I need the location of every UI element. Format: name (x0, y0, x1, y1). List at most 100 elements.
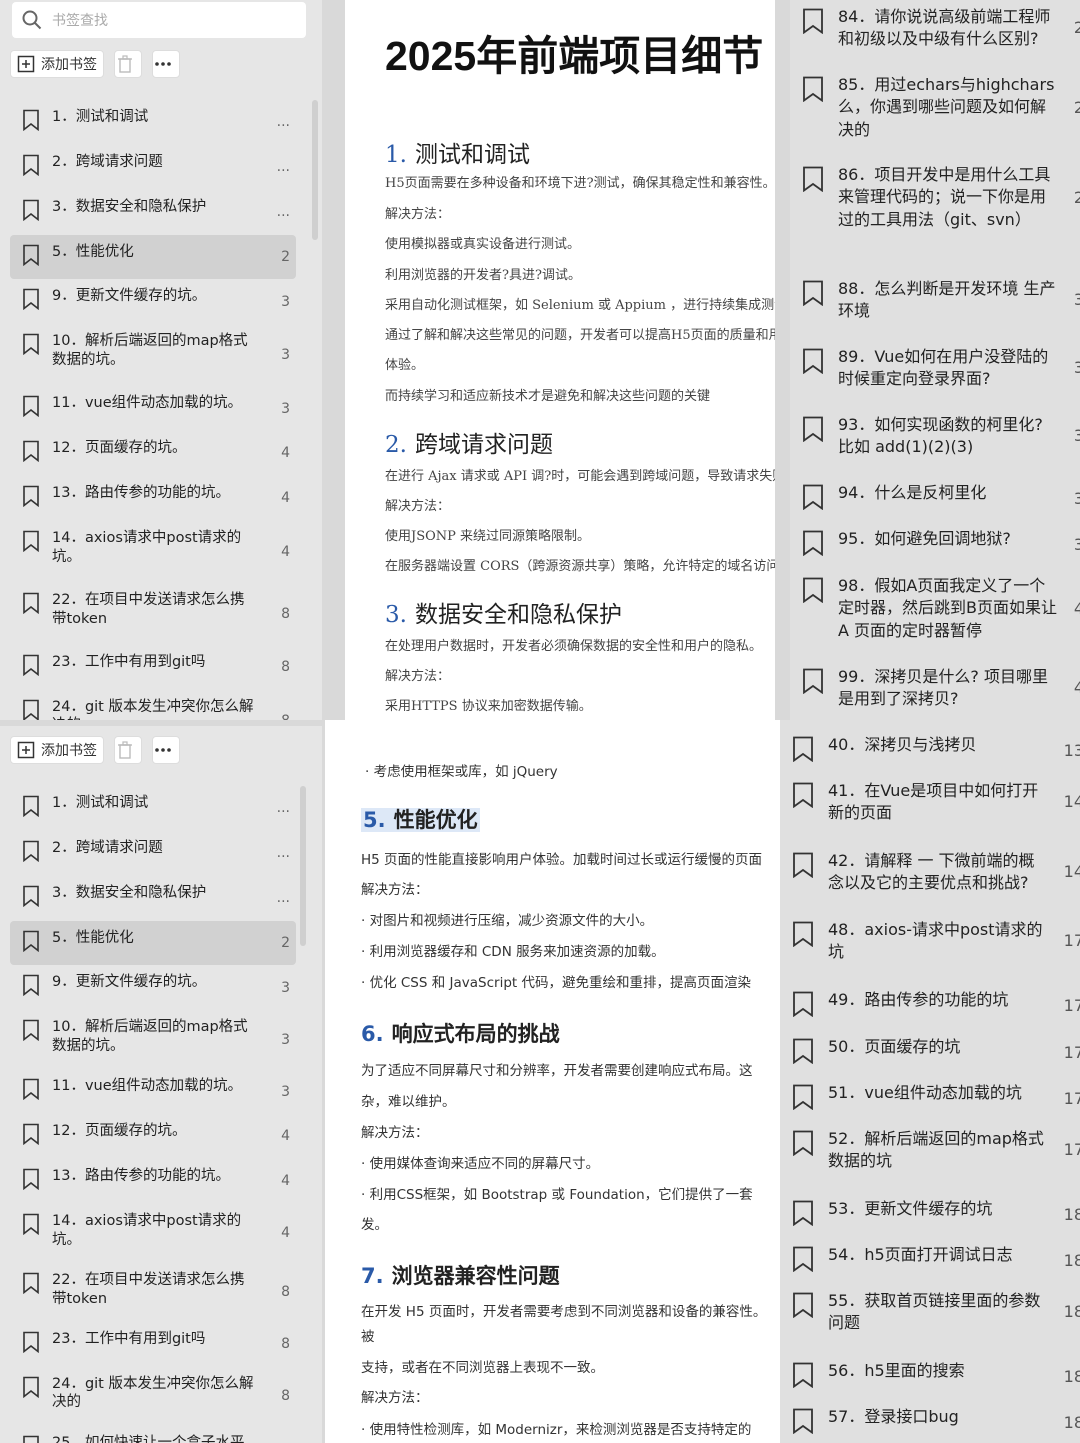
bookmark-page: 3 (281, 347, 290, 364)
bookmark-icon (22, 440, 40, 468)
more-options-button-2[interactable] (152, 736, 180, 764)
bookmark-item[interactable]: 95．如何避免回调地狱? 3 (802, 528, 1080, 562)
bookmark-item[interactable]: 99．深拷贝是什么? 项目哪里是用到了深拷贝? 4 (802, 666, 1080, 711)
sidebar-bookmark-item[interactable]: 11．vue组件动态加载的坑。 3 (10, 1069, 296, 1114)
bookmark-item[interactable]: 52．解析后端返回的map格式数据的坑 17 (792, 1128, 1080, 1173)
bookmark-label: 49．路由传参的功能的坑 (828, 990, 1009, 1009)
sidebar-bookmark-item[interactable]: 3．数据安全和隐私保护... (10, 190, 296, 235)
bookmark-item[interactable]: 93．如何实现函数的柯里化? 比如 add(1)(2)(3) 3 (802, 414, 1080, 459)
delete-bookmark-button[interactable] (114, 50, 142, 78)
sidebar-bookmark-item[interactable]: 5．性能优化 2 (10, 920, 296, 966)
sidebar-bookmark-item[interactable]: 13．路由传参的功能的坑。 4 (10, 476, 296, 521)
add-bookmark-button-2[interactable]: 添加书签 (10, 736, 104, 764)
section-title: 数据安全和隐私保护 (414, 602, 622, 628)
bookmark-item[interactable]: 84．请你说说高级前端工程师和初级以及中级有什么区别? 2 (802, 6, 1080, 51)
paragraph-line: 利用浏览器的开发者?具进?调试。 (385, 268, 581, 283)
bookmark-item[interactable]: 85．用过echars与highchars么，你遇到哪些问题及如何解决的 2 (802, 74, 1080, 141)
sidebar-bookmark-item[interactable]: 1．测试和调试... (10, 786, 296, 831)
bookmark-item[interactable]: 42．请解释 一 下微前端的概念以及它的主要优点和挑战? 14 (792, 850, 1080, 895)
search-input[interactable]: 书签查找 (12, 2, 306, 38)
sidebar-bookmark-item[interactable]: 9．更新文件缓存的坑。 3 (10, 965, 296, 1010)
bookmark-icon (802, 416, 824, 448)
bookmark-item[interactable]: 86．项目开发中是用什么工具来管理代码的；说一下你是用过的工具用法（git、sv… (802, 164, 1080, 231)
sidebar-bookmark-item[interactable]: 5．性能优化 2 (10, 234, 296, 280)
bookmark-label: 41．在Vue是项目中如何打开新的页面 (828, 781, 1039, 823)
bookmark-item[interactable]: 98．假如A页面我定义了一个定时器，然后跳到B页面如果让A 页面的定时器暂停 4 (802, 575, 1080, 642)
bookmark-page: 4 (1073, 598, 1080, 618)
bookmark-page: 3 (1073, 534, 1080, 554)
bookmark-page: 17 (1063, 931, 1080, 951)
bookmark-item[interactable]: 89．Vue如何在用户没登陆的时候重定向登录界面? 3 (802, 346, 1080, 391)
sidebar-bookmark-item[interactable]: 9．更新文件缓存的坑。 3 (10, 279, 296, 324)
sidebar-bookmark-item[interactable]: 10．解析后端返回的map格式数据的坑。 3 (10, 1010, 296, 1069)
bookmark-icon (792, 991, 814, 1023)
paragraph-line: H5页面需要在多种设备和环境下进?测试，确保其稳定性和兼容性。 (385, 176, 775, 191)
sidebar-bookmark-item[interactable]: 23．工作中有用到git吗 8 (10, 645, 296, 690)
bookmark-page: 3 (281, 979, 290, 996)
bookmark-item[interactable]: 94．什么是反柯里化 3 (802, 482, 1080, 516)
sidebar-bookmark-item[interactable]: 1．测试和调试... (10, 100, 296, 145)
sidebar-bookmark-item[interactable]: 3．数据安全和隐私保护... (10, 876, 296, 921)
section-heading: 2. 跨域请求问题 (385, 425, 553, 459)
bookmark-icon (22, 395, 40, 423)
paragraph-line: 在处理用户数据时，开发者必须确保数据的安全性和用户的隐私。 (385, 639, 763, 654)
section-heading: 5. 性能优化 (361, 804, 480, 834)
bookmark-item[interactable]: 51．vue组件动态加载的坑 17 (792, 1082, 1080, 1116)
bookmark-icon (22, 244, 40, 272)
sidebar-bookmark-item[interactable]: 14．axios请求中post请求的坑。 4 (10, 521, 296, 583)
bookmark-item[interactable]: 49．路由传参的功能的坑 17 (792, 989, 1080, 1023)
paragraph-line: 使用模拟器或真实设备进行测试。 (385, 237, 581, 252)
bookmark-label: 14．axios请求中post请求的坑。 (52, 529, 242, 565)
sidebar-bookmark-item[interactable]: 22．在项目中发送请求怎么携带token 8 (10, 583, 296, 645)
bookmark-item[interactable]: 57．登录接口bug 18 (792, 1406, 1080, 1440)
bookmark-label: 93．如何实现函数的柯里化? 比如 add(1)(2)(3) (838, 415, 1043, 457)
bookmark-label: 14．axios请求中post请求的坑。 (52, 1212, 242, 1248)
sidebar-bookmark-item[interactable]: 2．跨域请求问题... (10, 831, 296, 876)
sidebar-bookmark-item[interactable]: 23．工作中有用到git吗 8 (10, 1322, 296, 1367)
bookmark-page: 3 (281, 1031, 290, 1048)
delete-bookmark-button-2[interactable] (114, 736, 142, 764)
add-bookmark-label: 添加书签 (41, 743, 97, 759)
bookmark-icon (22, 109, 40, 137)
bookmark-item[interactable]: 50．页面缓存的坑 17 (792, 1036, 1080, 1070)
search-icon (22, 10, 42, 30)
more-options-button[interactable] (152, 50, 180, 78)
sidebar-bookmark-item[interactable]: 10．解析后端返回的map格式数据的坑。 3 (10, 324, 296, 386)
top-bookmark-list: 1．测试和调试... 2．跨域请求问题... 3．数据安全和隐私保护... 5．性能优… (10, 100, 296, 720)
sidebar-bookmark-item[interactable]: 2．跨域请求问题... (10, 145, 296, 190)
sidebar-bookmark-item[interactable]: 12．页面缓存的坑。 4 (10, 431, 296, 476)
sidebar-bookmark-item[interactable]: 12．页面缓存的坑。 4 (10, 1114, 296, 1159)
bookmark-icon (792, 736, 814, 768)
bookmark-item[interactable]: 54．h5页面打开调试日志 18 (792, 1244, 1080, 1278)
sidebar-bookmark-item[interactable]: 24．git 版本发生冲突你怎么解决的 8 (10, 690, 296, 720)
bookmark-item[interactable]: 48．axios-请求中post请求的坑 17 (792, 919, 1080, 964)
bookmark-item[interactable]: 56．h5里面的搜索 18 (792, 1360, 1080, 1394)
bookmark-icon (792, 1408, 814, 1440)
bookmark-item[interactable]: 41．在Vue是项目中如何打开新的页面 14 (792, 780, 1080, 825)
top-sidebar-scrollbar[interactable] (312, 100, 318, 240)
bookmark-icon (22, 199, 40, 227)
document-title: 2025年前端项目细节 (385, 33, 764, 79)
add-bookmark-button[interactable]: 添加书签 (10, 50, 104, 78)
bookmark-icon (22, 288, 40, 316)
bookmark-icon (802, 280, 824, 312)
bookmark-item[interactable]: 40．深拷贝与浅拷贝 13 (792, 734, 1080, 768)
bookmark-item[interactable]: 88．怎么判断是开发环境 生产环境 3 (802, 278, 1080, 323)
bottom-sidebar-scrollbar[interactable] (300, 786, 306, 946)
bookmark-icon (792, 1362, 814, 1394)
bookmark-icon (802, 76, 824, 108)
sidebar-bookmark-item[interactable]: 24．git 版本发生冲突你怎么解决的 8 (10, 1367, 296, 1426)
bookmark-icon (792, 1130, 814, 1162)
paragraph-line: 杂，难以维护。 (361, 1094, 456, 1110)
sidebar-bookmark-item[interactable]: 25．如何快速让一个盒子水平垂直居中8 (10, 1426, 296, 1443)
bookmark-icon (22, 1168, 40, 1196)
bookmark-item[interactable]: 53．更新文件缓存的坑 18 (792, 1198, 1080, 1232)
bookmark-icon (22, 1019, 40, 1047)
sidebar-bookmark-item[interactable]: 11．vue组件动态加载的坑。 3 (10, 386, 296, 431)
bookmark-item[interactable]: 55．获取首页链接里面的参数问题 18 (792, 1290, 1080, 1335)
bookmark-label: 54．h5页面打开调试日志 (828, 1245, 1013, 1264)
sidebar-bookmark-item[interactable]: 13．路由传参的功能的坑。 4 (10, 1159, 296, 1204)
bookmark-icon (22, 1331, 40, 1359)
sidebar-bookmark-item[interactable]: 14．axios请求中post请求的坑。 4 (10, 1204, 296, 1263)
sidebar-bookmark-item[interactable]: 22．在项目中发送请求怎么携带token 8 (10, 1263, 296, 1322)
